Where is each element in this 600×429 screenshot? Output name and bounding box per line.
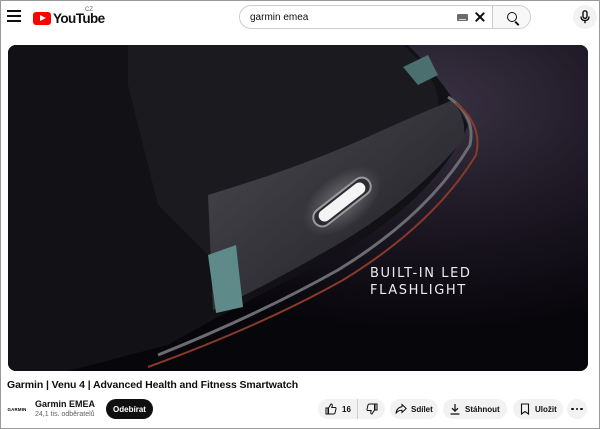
thumbs-up-icon — [325, 403, 337, 415]
country-code: CZ — [85, 7, 93, 13]
dislike-button[interactable] — [358, 399, 385, 419]
video-caption: BUILT-IN LED FLASHLIGHT — [370, 265, 472, 299]
channel-avatar[interactable]: GARMIN — [7, 399, 27, 419]
like-button[interactable]: 16 — [318, 399, 358, 419]
subscribe-button[interactable]: Odebírat — [106, 399, 153, 419]
more-dots-icon — [571, 407, 574, 411]
search-box — [239, 5, 531, 29]
search-input[interactable] — [240, 6, 457, 28]
share-icon — [395, 403, 407, 414]
mic-icon — [580, 10, 590, 24]
video-player[interactable]: BUILT-IN LED FLASHLIGHT — [8, 45, 588, 371]
like-dislike-group: 16 — [318, 399, 385, 419]
voice-search-button[interactable] — [573, 5, 597, 29]
more-actions-button[interactable] — [567, 399, 587, 419]
logo-text: YouTube — [53, 10, 105, 26]
keyboard-icon[interactable] — [457, 13, 468, 21]
share-button[interactable]: Sdílet — [390, 399, 438, 419]
like-count: 16 — [342, 404, 351, 414]
download-label: Stáhnout — [465, 404, 500, 414]
bookmark-icon — [520, 403, 530, 415]
channel-avatar-logo: GARMIN — [7, 406, 27, 412]
youtube-play-icon — [33, 11, 51, 25]
download-icon — [450, 404, 460, 415]
search-button[interactable] — [492, 6, 530, 28]
top-bar: YouTube CZ — [1, 1, 599, 35]
video-title: Garmin | Venu 4 | Advanced Health and Fi… — [7, 379, 299, 391]
save-label: Uložit — [535, 404, 557, 414]
youtube-logo[interactable]: YouTube — [33, 9, 105, 27]
share-label: Sdílet — [411, 404, 433, 414]
video-caption-line1: BUILT-IN LED — [370, 266, 472, 281]
video-frame — [8, 45, 588, 371]
menu-icon[interactable] — [7, 10, 21, 24]
clear-icon[interactable] — [474, 11, 486, 23]
channel-name[interactable]: Garmin EMEA — [35, 399, 95, 409]
thumbs-down-icon — [365, 403, 377, 415]
video-caption-line2: FLASHLIGHT — [370, 283, 467, 298]
subscriber-count: 24,1 tis. odběratelů — [35, 411, 95, 418]
save-button[interactable]: Uložit — [513, 399, 563, 419]
search-icon — [506, 12, 517, 22]
download-button[interactable]: Stáhnout — [443, 399, 507, 419]
